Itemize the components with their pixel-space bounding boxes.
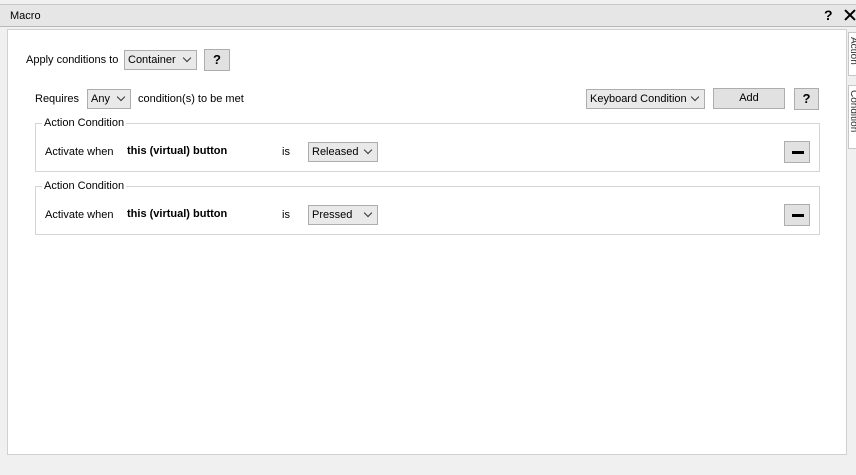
chevron-down-icon [363,208,373,218]
tab-action-label: Action [848,37,856,65]
state-select[interactable]: Pressed [308,205,378,225]
side-tabs: Action Condition [848,29,856,159]
activate-label: Activate when [45,209,114,221]
condition-type-value: Keyboard Condition [590,93,687,105]
chevron-down-icon [116,92,126,102]
state-select[interactable]: Released [308,142,378,162]
state-value: Pressed [312,209,353,221]
action-condition-group: Action Condition Activate when this (vir… [35,117,820,172]
macro-panel: Apply conditions to Container ? Requires… [7,29,847,455]
group-title: Action Condition [42,117,127,129]
chevron-down-icon [363,145,373,155]
apply-target-value: Container [128,54,176,66]
apply-target-select[interactable]: Container [124,50,197,70]
remove-condition-button[interactable] [784,141,810,163]
window-title: Macro [10,10,41,22]
target-label: this (virtual) button [127,145,228,157]
requires-value: Any [91,93,110,105]
chevron-down-icon [182,53,192,63]
title-bar: Macro ? [0,4,856,27]
group-title: Action Condition [42,180,127,192]
requires-select[interactable]: Any [87,89,131,109]
tab-condition-label: Condition [848,90,856,133]
close-icon[interactable] [843,6,856,24]
add-help-button[interactable]: ? [794,88,819,110]
remove-condition-button[interactable] [784,204,810,226]
help-icon[interactable]: ? [824,7,833,23]
requires-suffix: condition(s) to be met [138,93,244,105]
requires-label: Requires [35,93,80,105]
chevron-down-icon [690,92,700,102]
tab-action[interactable]: Action [848,32,856,76]
add-condition-button[interactable]: Add [713,88,785,109]
state-value: Released [312,146,359,158]
activate-label: Activate when [45,146,114,158]
tab-condition[interactable]: Condition [848,85,856,149]
apply-help-button[interactable]: ? [204,49,230,71]
is-label: is [282,209,290,221]
action-condition-group: Action Condition Activate when this (vir… [35,180,820,235]
condition-type-select[interactable]: Keyboard Condition [586,89,705,109]
is-label: is [282,146,290,158]
target-label: this (virtual) button [127,208,228,220]
apply-label: Apply conditions to [26,54,119,66]
